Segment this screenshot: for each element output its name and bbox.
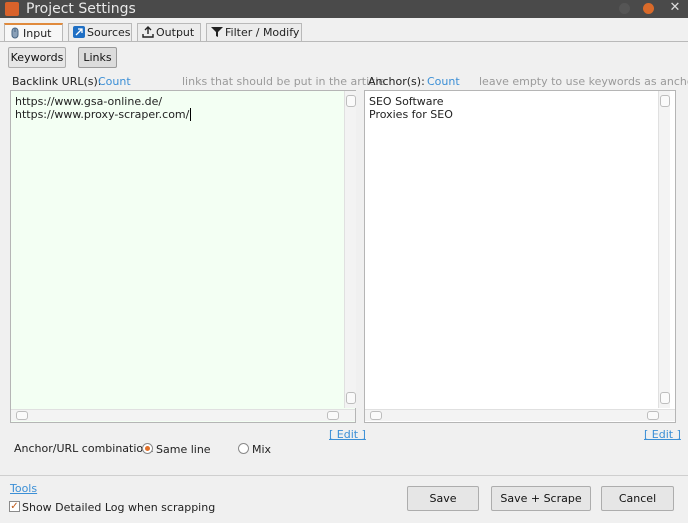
anchor-label: Anchor(s):	[368, 75, 425, 88]
maximize-button[interactable]	[643, 3, 654, 14]
backlink-urls-textarea[interactable]: https://www.gsa-online.de/ https://www.p…	[10, 90, 356, 423]
tab-input[interactable]: Input	[4, 23, 63, 41]
tab-sources-label: Sources	[87, 26, 131, 39]
backlink-vertical-scrollbar[interactable]	[344, 91, 356, 408]
mix-radio[interactable]	[238, 443, 249, 454]
scroll-down-arrow[interactable]	[660, 392, 670, 404]
cancel-button[interactable]: Cancel	[601, 486, 674, 511]
backlink-count-link[interactable]: Count	[98, 75, 131, 88]
same-line-radio[interactable]	[142, 443, 153, 454]
anchor-line: SEO Software	[369, 95, 444, 108]
tab-input-label: Input	[23, 27, 52, 40]
upload-icon	[142, 26, 154, 38]
same-line-label[interactable]: Same line	[156, 443, 211, 456]
tab-output-label: Output	[156, 26, 195, 39]
radio-selected-dot	[145, 446, 150, 451]
anchor-edit-link[interactable]: [ Edit ]	[644, 428, 681, 441]
save-scrape-button[interactable]: Save + Scrape	[491, 486, 591, 511]
tools-link[interactable]: Tools	[10, 482, 37, 495]
backlink-label: Backlink URL(s):	[12, 75, 102, 88]
anchor-vertical-scrollbar[interactable]	[658, 91, 670, 408]
anchor-hint: leave empty to use keywords as anchors	[479, 75, 688, 88]
scroll-up-arrow[interactable]	[346, 95, 356, 107]
close-button[interactable]: ✕	[668, 1, 682, 15]
keywords-button[interactable]: Keywords	[8, 47, 66, 68]
anchor-horizontal-scrollbar[interactable]	[365, 409, 675, 421]
backlink-horizontal-scrollbar[interactable]	[11, 409, 355, 421]
footer-divider	[0, 475, 688, 476]
window-title: Project Settings	[26, 1, 136, 17]
anchor-count-link[interactable]: Count	[427, 75, 460, 88]
detailed-log-checkbox[interactable]: ✓	[9, 501, 20, 512]
scroll-left-arrow[interactable]	[16, 411, 28, 420]
backlink-edit-link[interactable]: [ Edit ]	[329, 428, 366, 441]
tab-filter-modify[interactable]: Filter / Modify	[206, 23, 302, 41]
tab-divider	[0, 41, 688, 42]
minimize-button[interactable]	[619, 3, 630, 14]
combination-label: Anchor/URL combination:	[14, 442, 154, 455]
tab-output[interactable]: Output	[137, 23, 201, 41]
sources-icon	[73, 26, 85, 38]
links-button[interactable]: Links	[78, 47, 117, 68]
anchor-textarea[interactable]: SEO Software Proxies for SEO	[364, 90, 676, 423]
tab-bar: Input Sources Output Filter / Modify	[0, 18, 688, 42]
detailed-log-label[interactable]: Show Detailed Log when scrapping	[22, 501, 215, 514]
scroll-right-arrow[interactable]	[327, 411, 339, 420]
title-bar: Project Settings ✕	[0, 0, 688, 18]
save-button[interactable]: Save	[407, 486, 479, 511]
mix-label[interactable]: Mix	[252, 443, 271, 456]
mouse-icon	[9, 27, 21, 39]
tab-sources[interactable]: Sources	[68, 23, 132, 41]
scroll-down-arrow[interactable]	[346, 392, 356, 404]
backlink-hint: links that should be put in the article	[182, 75, 386, 88]
filter-icon	[211, 26, 223, 38]
anchor-line: Proxies for SEO	[369, 108, 453, 121]
app-icon	[5, 2, 19, 16]
scroll-right-arrow[interactable]	[647, 411, 659, 420]
backlink-url-line: https://www.gsa-online.de/	[15, 95, 163, 108]
checkmark-icon: ✓	[10, 501, 19, 512]
tab-filter-label: Filter / Modify	[225, 26, 300, 39]
scroll-up-arrow[interactable]	[660, 95, 670, 107]
scroll-left-arrow[interactable]	[370, 411, 382, 420]
backlink-url-line: https://www.proxy-scraper.com/	[15, 108, 192, 121]
